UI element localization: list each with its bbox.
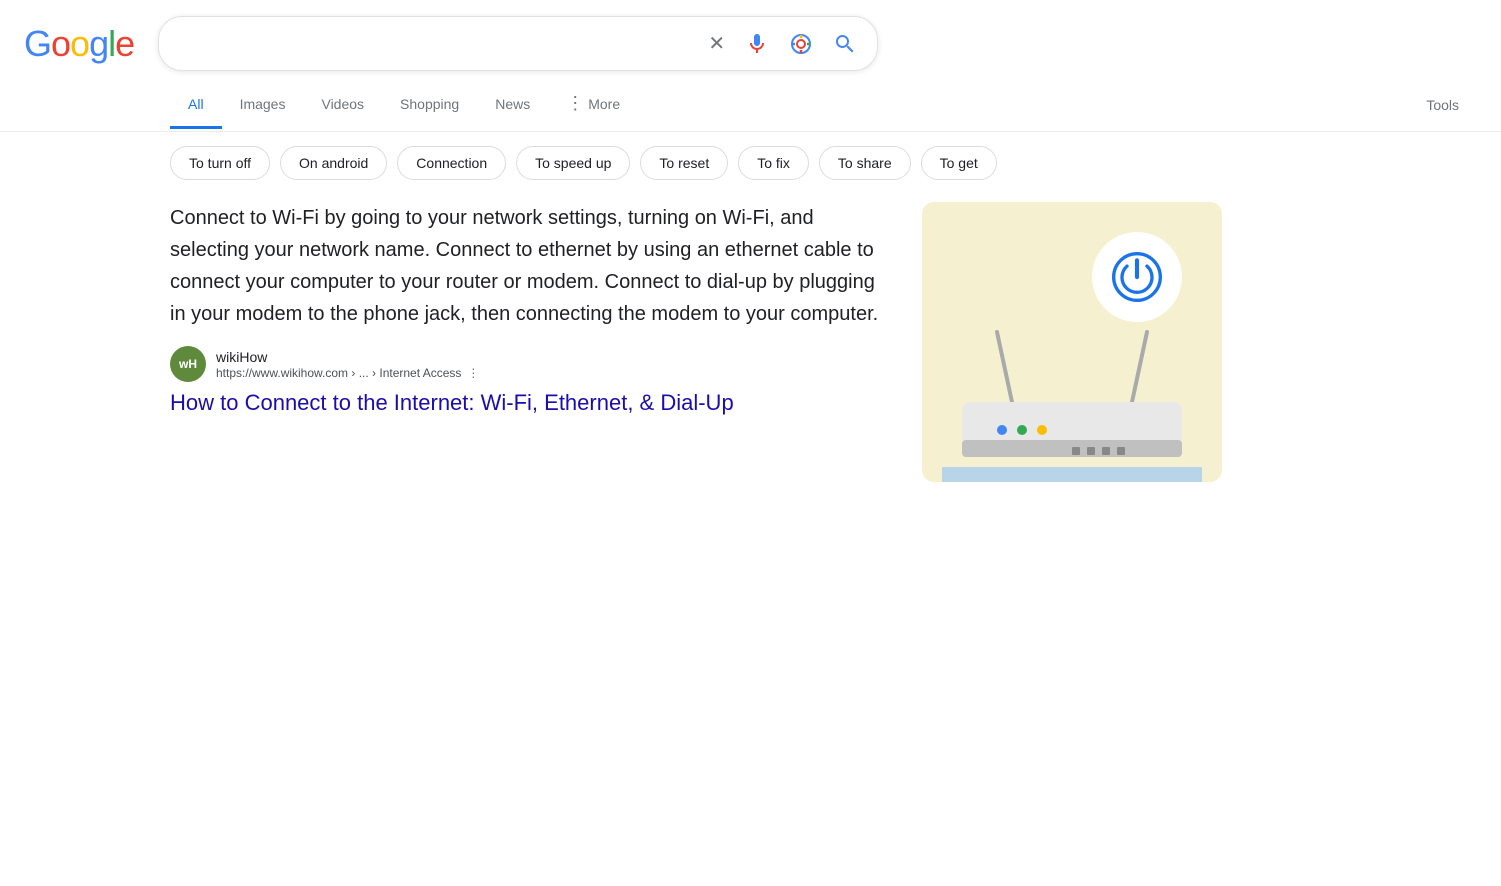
search-input[interactable]: how to internet bbox=[175, 33, 692, 54]
chip-on-android[interactable]: On android bbox=[280, 146, 387, 180]
main-content: Connect to Wi-Fi by going to your networ… bbox=[0, 202, 1501, 482]
power-icon bbox=[1112, 252, 1162, 302]
source-avatar: wH bbox=[170, 346, 206, 382]
chip-reset[interactable]: To reset bbox=[640, 146, 728, 180]
google-logo[interactable]: Google bbox=[24, 23, 134, 65]
search-button[interactable] bbox=[829, 28, 861, 60]
chip-share[interactable]: To share bbox=[819, 146, 911, 180]
result-title-link[interactable]: How to Connect to the Internet: Wi-Fi, E… bbox=[170, 390, 890, 416]
logo-letter-e: e bbox=[115, 23, 134, 65]
tab-more[interactable]: ⋮ More bbox=[548, 79, 638, 131]
logo-letter-g2: g bbox=[89, 23, 108, 65]
chip-turn-off[interactable]: To turn off bbox=[170, 146, 270, 180]
clear-button[interactable]: ✕ bbox=[704, 27, 729, 60]
router-svg bbox=[942, 322, 1202, 482]
chip-speed-up[interactable]: To speed up bbox=[516, 146, 630, 180]
tab-news[interactable]: News bbox=[477, 82, 548, 129]
tab-videos[interactable]: Videos bbox=[303, 82, 382, 129]
source-row: wH wikiHow https://www.wikihow.com › ...… bbox=[170, 346, 890, 382]
lens-icon bbox=[789, 32, 813, 56]
nav-tabs: All Images Videos Shopping News ⋮ More T… bbox=[0, 79, 1501, 132]
source-name: wikiHow bbox=[216, 349, 479, 365]
results-column: Connect to Wi-Fi by going to your networ… bbox=[170, 202, 890, 482]
clear-icon: ✕ bbox=[708, 31, 725, 56]
logo-letter-g: G bbox=[24, 23, 51, 65]
lens-button[interactable] bbox=[785, 28, 817, 60]
voice-search-button[interactable] bbox=[741, 28, 773, 60]
microphone-icon bbox=[745, 32, 769, 56]
source-info: wikiHow https://www.wikihow.com › ... › … bbox=[216, 349, 479, 380]
chip-connection[interactable]: Connection bbox=[397, 146, 506, 180]
power-circle bbox=[1092, 232, 1182, 322]
header: Google how to internet ✕ bbox=[0, 0, 1501, 71]
snippet-text: Connect to Wi-Fi by going to your networ… bbox=[170, 202, 890, 330]
right-panel bbox=[922, 202, 1222, 482]
logo-letter-o1: o bbox=[51, 23, 70, 65]
tab-shopping[interactable]: Shopping bbox=[382, 82, 477, 129]
logo-letter-l: l bbox=[108, 23, 115, 65]
chips-row: To turn off On android Connection To spe… bbox=[0, 132, 1501, 194]
source-dots-menu[interactable]: ⋮ bbox=[467, 366, 479, 380]
tab-images[interactable]: Images bbox=[222, 82, 304, 129]
dots-more-icon: ⋮ bbox=[566, 93, 584, 114]
chip-fix[interactable]: To fix bbox=[738, 146, 809, 180]
source-url: https://www.wikihow.com › ... › Internet… bbox=[216, 366, 479, 380]
logo-letter-o2: o bbox=[70, 23, 89, 65]
tools-button[interactable]: Tools bbox=[1408, 83, 1477, 127]
chip-get[interactable]: To get bbox=[921, 146, 997, 180]
tab-all[interactable]: All bbox=[170, 82, 222, 129]
search-icon bbox=[833, 32, 857, 56]
router-image bbox=[922, 202, 1222, 482]
search-bar-wrapper: how to internet ✕ bbox=[158, 16, 878, 71]
search-bar: how to internet ✕ bbox=[158, 16, 878, 71]
